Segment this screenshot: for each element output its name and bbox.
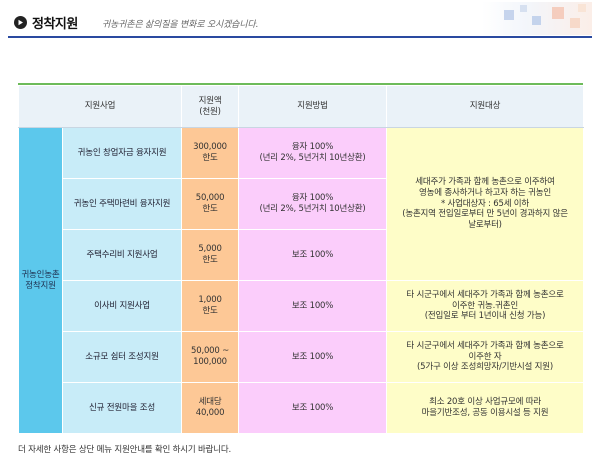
table-row: 신규 전원마을 조성 세대당 40,000 보조 100% 최소 20호 이상 … xyxy=(19,382,585,434)
target-cell: 타 시군구에서 세대주가 가족과 함께 농촌으로 이주한 자 (5가구 이상 조… xyxy=(386,331,585,383)
header-amount: 지원액 (천원) xyxy=(181,85,240,128)
program-name: 소규모 쉼터 조성지원 xyxy=(61,331,183,383)
method-cell: 융자 100% (년리 2%, 5년거치 10년상환) xyxy=(238,178,388,230)
header-method: 지원방법 xyxy=(238,85,388,128)
target-cell: 세대주가 가족과 함께 농촌으로 이주하여 영농에 종사하거나 하고자 하는 귀… xyxy=(386,127,585,281)
table-row: 소규모 쉼터 조성지원 50,000 ~ 100,000 보조 100% 타 시… xyxy=(19,331,585,383)
amount-cell: 세대당 40,000 xyxy=(181,382,240,434)
header-decoration xyxy=(482,2,592,35)
footer-note: 더 자세한 사항은 상단 메뉴 지원안내를 확인 하시기 바랍니다. xyxy=(18,445,232,455)
category-cell: 귀농인농촌 정착지원 xyxy=(18,127,63,434)
amount-cell: 50,000 ~ 100,000 xyxy=(181,331,240,383)
program-name: 주택수리비 지원사업 xyxy=(61,229,183,281)
amount-cell: 5,000 한도 xyxy=(181,229,240,281)
amount-cell: 300,000 한도 xyxy=(181,127,240,179)
table-row: 이사비 지원사업 1,000 한도 보조 100% 타 시군구에서 세대주가 가… xyxy=(19,280,585,332)
support-table: 지원사업 지원액 (천원) 지원방법 지원대상 귀농인농촌 정착지원 귀농인 창… xyxy=(17,85,585,434)
header-divider xyxy=(8,36,592,38)
program-name: 신규 전원마을 조성 xyxy=(61,382,183,434)
play-circle-icon xyxy=(14,15,27,29)
table-row: 귀농인농촌 정착지원 귀농인 창업자금 융자지원 300,000 한도 융자 1… xyxy=(18,127,585,434)
amount-cell: 1,000 한도 xyxy=(181,280,240,332)
title-wrap: 정착지원 xyxy=(14,12,78,32)
method-cell: 융자 100% (년리 2%, 5년거치 10년상환) xyxy=(238,127,388,179)
program-name: 이사비 지원사업 xyxy=(61,280,183,332)
page-title: 정착지원 xyxy=(32,16,78,32)
page-header: 정착지원 귀농귀촌은 삶의질을 변화로 오시겠습니다. xyxy=(0,0,600,46)
method-cell: 보조 100% xyxy=(238,229,388,281)
target-cell: 타 시군구에서 세대주가 가족과 함께 농촌으로 이주한 귀농.귀촌인 (전입일… xyxy=(386,280,585,332)
page-subtitle: 귀농귀촌은 삶의질을 변화로 오시겠습니다. xyxy=(102,20,259,30)
header-program: 지원사업 xyxy=(17,85,183,128)
program-name: 귀농인 주택마련비 융자지원 xyxy=(61,178,183,230)
method-cell: 보조 100% xyxy=(238,331,388,383)
method-cell: 보조 100% xyxy=(238,382,388,434)
program-name: 귀농인 창업자금 융자지원 xyxy=(61,127,183,179)
target-cell: 최소 20호 이상 사업규모에 따라 마을기반조성, 공동 이용시설 등 지원 xyxy=(386,382,585,434)
header-target: 지원대상 xyxy=(386,85,585,128)
method-cell: 보조 100% xyxy=(238,280,388,332)
support-table-box: 지원사업 지원액 (천원) 지원방법 지원대상 귀농인농촌 정착지원 귀농인 창… xyxy=(17,83,585,434)
amount-cell: 50,000 한도 xyxy=(181,178,240,230)
